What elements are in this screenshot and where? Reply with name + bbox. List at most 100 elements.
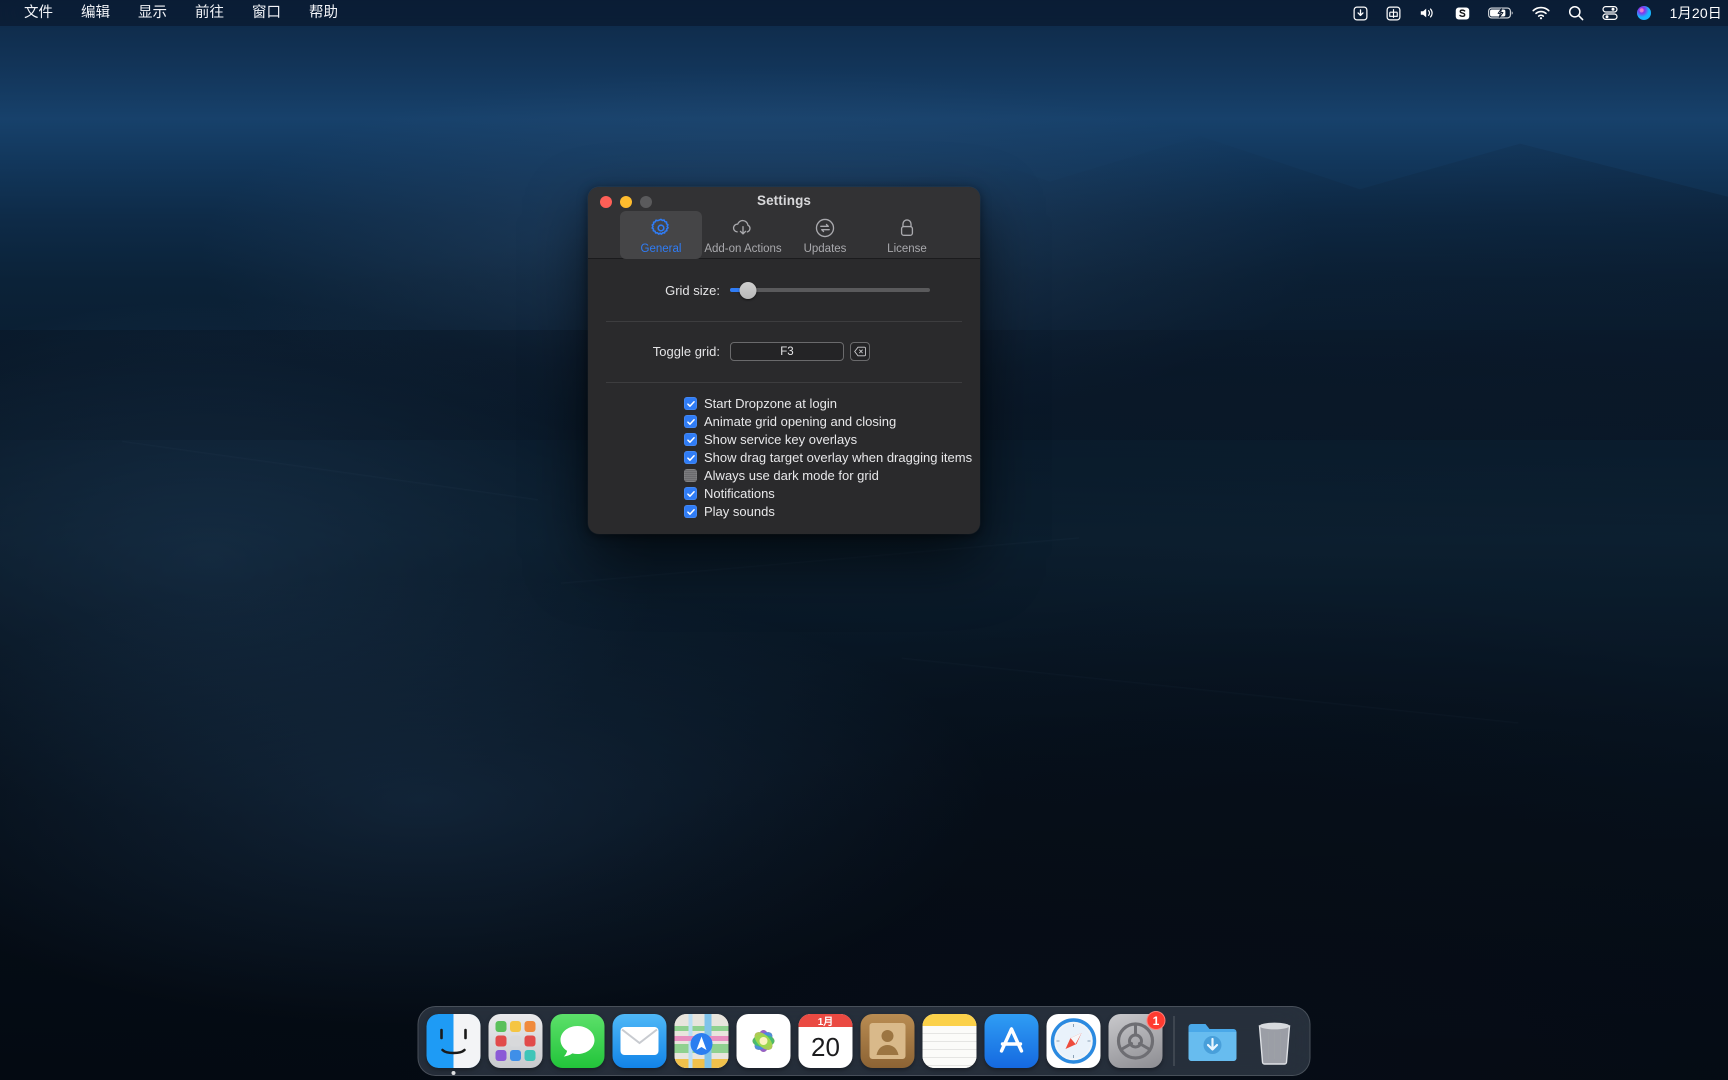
notes-lines — [922, 1026, 977, 1068]
wallpaper-ridge-line — [560, 537, 1080, 585]
menu-edit[interactable]: 编辑 — [67, 1, 124, 25]
checkbox-indicator[interactable] — [684, 397, 697, 410]
dock-contacts[interactable] — [860, 1014, 915, 1068]
tab-license[interactable]: License — [866, 211, 948, 259]
download-icon[interactable] — [1344, 0, 1377, 26]
dock-system-preferences[interactable]: 1 — [1108, 1011, 1166, 1068]
checkbox-always-use-dark-mode-for-grid[interactable]: Always use dark mode for grid — [684, 468, 980, 483]
mail-icon — [612, 1014, 667, 1068]
wallpaper-ridge-line — [121, 440, 539, 502]
desktop-wallpaper — [0, 0, 1728, 1080]
dock-calendar[interactable]: 1月 20 — [798, 1014, 853, 1068]
tab-general-label: General — [640, 243, 682, 255]
photos-icon — [736, 1014, 791, 1068]
tab-addon-actions[interactable]: Add-on Actions — [702, 211, 784, 259]
dock-downloads[interactable] — [1186, 1014, 1240, 1068]
dock-mail[interactable] — [612, 1014, 667, 1068]
launchpad-icon — [488, 1014, 543, 1068]
spotlight-search-icon[interactable] — [1559, 0, 1593, 26]
general-pane: Grid size: Toggle grid: F3 Start Dropzon… — [588, 259, 980, 531]
input-source-icon[interactable] — [1377, 0, 1410, 26]
tab-general[interactable]: General — [620, 211, 702, 259]
dock-maps[interactable] — [674, 1014, 729, 1068]
menu-help[interactable]: 帮助 — [295, 1, 352, 25]
menu-view[interactable]: 显示 — [124, 1, 181, 25]
tab-updates[interactable]: Updates — [784, 211, 866, 259]
menu-go[interactable]: 前往 — [181, 1, 238, 25]
control-center-icon[interactable] — [1593, 0, 1627, 26]
cloud-download-icon — [731, 216, 755, 240]
tab-addon-actions-label: Add-on Actions — [704, 243, 782, 255]
checkbox-start-dropzone-at-login[interactable]: Start Dropzone at login — [684, 396, 980, 411]
notification-badge: 1 — [1146, 1011, 1166, 1030]
dock-finder[interactable] — [426, 1014, 481, 1075]
delete-left-icon[interactable] — [850, 342, 870, 361]
checkbox-show-drag-target-overlay[interactable]: Show drag target overlay when dragging i… — [684, 450, 980, 465]
siri-icon[interactable] — [1627, 0, 1661, 26]
notes-header — [922, 1014, 977, 1026]
trash-icon — [1248, 1014, 1302, 1068]
dock-launchpad[interactable] — [488, 1014, 543, 1068]
dock-appstore[interactable] — [984, 1014, 1039, 1068]
dock-photos[interactable] — [736, 1014, 791, 1068]
menu-file[interactable]: 文件 — [10, 1, 67, 25]
settings-window[interactable]: Settings General Add-on Actions Updates … — [588, 187, 980, 534]
grid-size-slider[interactable] — [730, 280, 930, 300]
notes-icon — [922, 1014, 977, 1068]
calendar-month: 1月 — [798, 1014, 853, 1028]
volume-icon[interactable] — [1410, 0, 1446, 26]
grid-size-label: Grid size: — [665, 282, 720, 298]
dock-separator — [1173, 1016, 1175, 1066]
checkbox-label: Show drag target overlay when dragging i… — [704, 450, 973, 465]
dock-trash[interactable] — [1248, 1014, 1302, 1068]
checkbox-indicator[interactable] — [684, 505, 697, 518]
tab-updates-label: Updates — [803, 243, 847, 255]
wallpaper-ridge-line — [901, 657, 1519, 725]
safari-icon — [1046, 1014, 1101, 1068]
dock-notes[interactable] — [922, 1014, 977, 1068]
grid-size-row: Grid size: — [588, 259, 980, 321]
checkbox-show-service-key-overlays[interactable]: Show service key overlays — [684, 432, 980, 447]
downloads-folder-icon — [1186, 1014, 1240, 1068]
checkbox-indicator[interactable] — [684, 415, 697, 428]
messages-icon — [550, 1014, 605, 1068]
slider-knob[interactable] — [739, 281, 757, 299]
checkbox-label: Notifications — [704, 486, 775, 501]
checkbox-label: Play sounds — [704, 504, 775, 519]
general-checkbox-list: Start Dropzone at login Animate grid ope… — [588, 382, 980, 531]
menu-bar: 文件 编辑 显示 前往 窗口 帮助 1月20日 — [0, 0, 1728, 26]
calendar-icon: 1月 20 — [798, 1014, 853, 1068]
toggle-grid-row: Toggle grid: F3 — [588, 322, 980, 382]
lock-icon — [897, 216, 917, 240]
maps-icon — [674, 1014, 729, 1068]
checkbox-animate-grid-opening-and-closing[interactable]: Animate grid opening and closing — [684, 414, 980, 429]
refresh-circle-icon — [814, 216, 836, 240]
checkbox-play-sounds[interactable]: Play sounds — [684, 504, 980, 519]
wifi-icon[interactable] — [1523, 0, 1559, 26]
toggle-grid-shortcut-field[interactable]: F3 — [730, 342, 844, 361]
window-title: Settings — [756, 193, 812, 208]
checkbox-label: Start Dropzone at login — [704, 396, 837, 411]
tab-license-label: License — [887, 243, 927, 255]
checkbox-label: Show service key overlays — [704, 432, 858, 447]
checkbox-indicator[interactable] — [684, 433, 697, 446]
dock-messages[interactable] — [550, 1014, 605, 1068]
calendar-day: 20 — [811, 1032, 840, 1062]
checkbox-label: Animate grid opening and closing — [704, 414, 897, 429]
checkbox-indicator[interactable] — [684, 487, 697, 500]
battery-charging-icon[interactable] — [1479, 0, 1523, 26]
menu-bar-left: 文件 编辑 显示 前往 窗口 帮助 — [0, 1, 352, 25]
toggle-grid-label: Toggle grid: — [652, 344, 720, 359]
slider-track — [730, 288, 930, 292]
dock-safari[interactable] — [1046, 1014, 1101, 1068]
contacts-icon — [860, 1014, 915, 1068]
dock: 1月 20 1 — [417, 1006, 1311, 1076]
checkbox-indicator[interactable] — [684, 451, 697, 464]
snipaste-icon[interactable] — [1446, 0, 1479, 26]
gear-icon — [650, 216, 672, 240]
menu-window[interactable]: 窗口 — [238, 1, 295, 25]
window-titlebar[interactable]: Settings General Add-on Actions Updates … — [588, 187, 980, 259]
menu-bar-clock[interactable]: 1月20日 — [1661, 0, 1724, 26]
checkbox-notifications[interactable]: Notifications — [684, 486, 980, 501]
checkbox-indicator[interactable] — [684, 469, 697, 482]
